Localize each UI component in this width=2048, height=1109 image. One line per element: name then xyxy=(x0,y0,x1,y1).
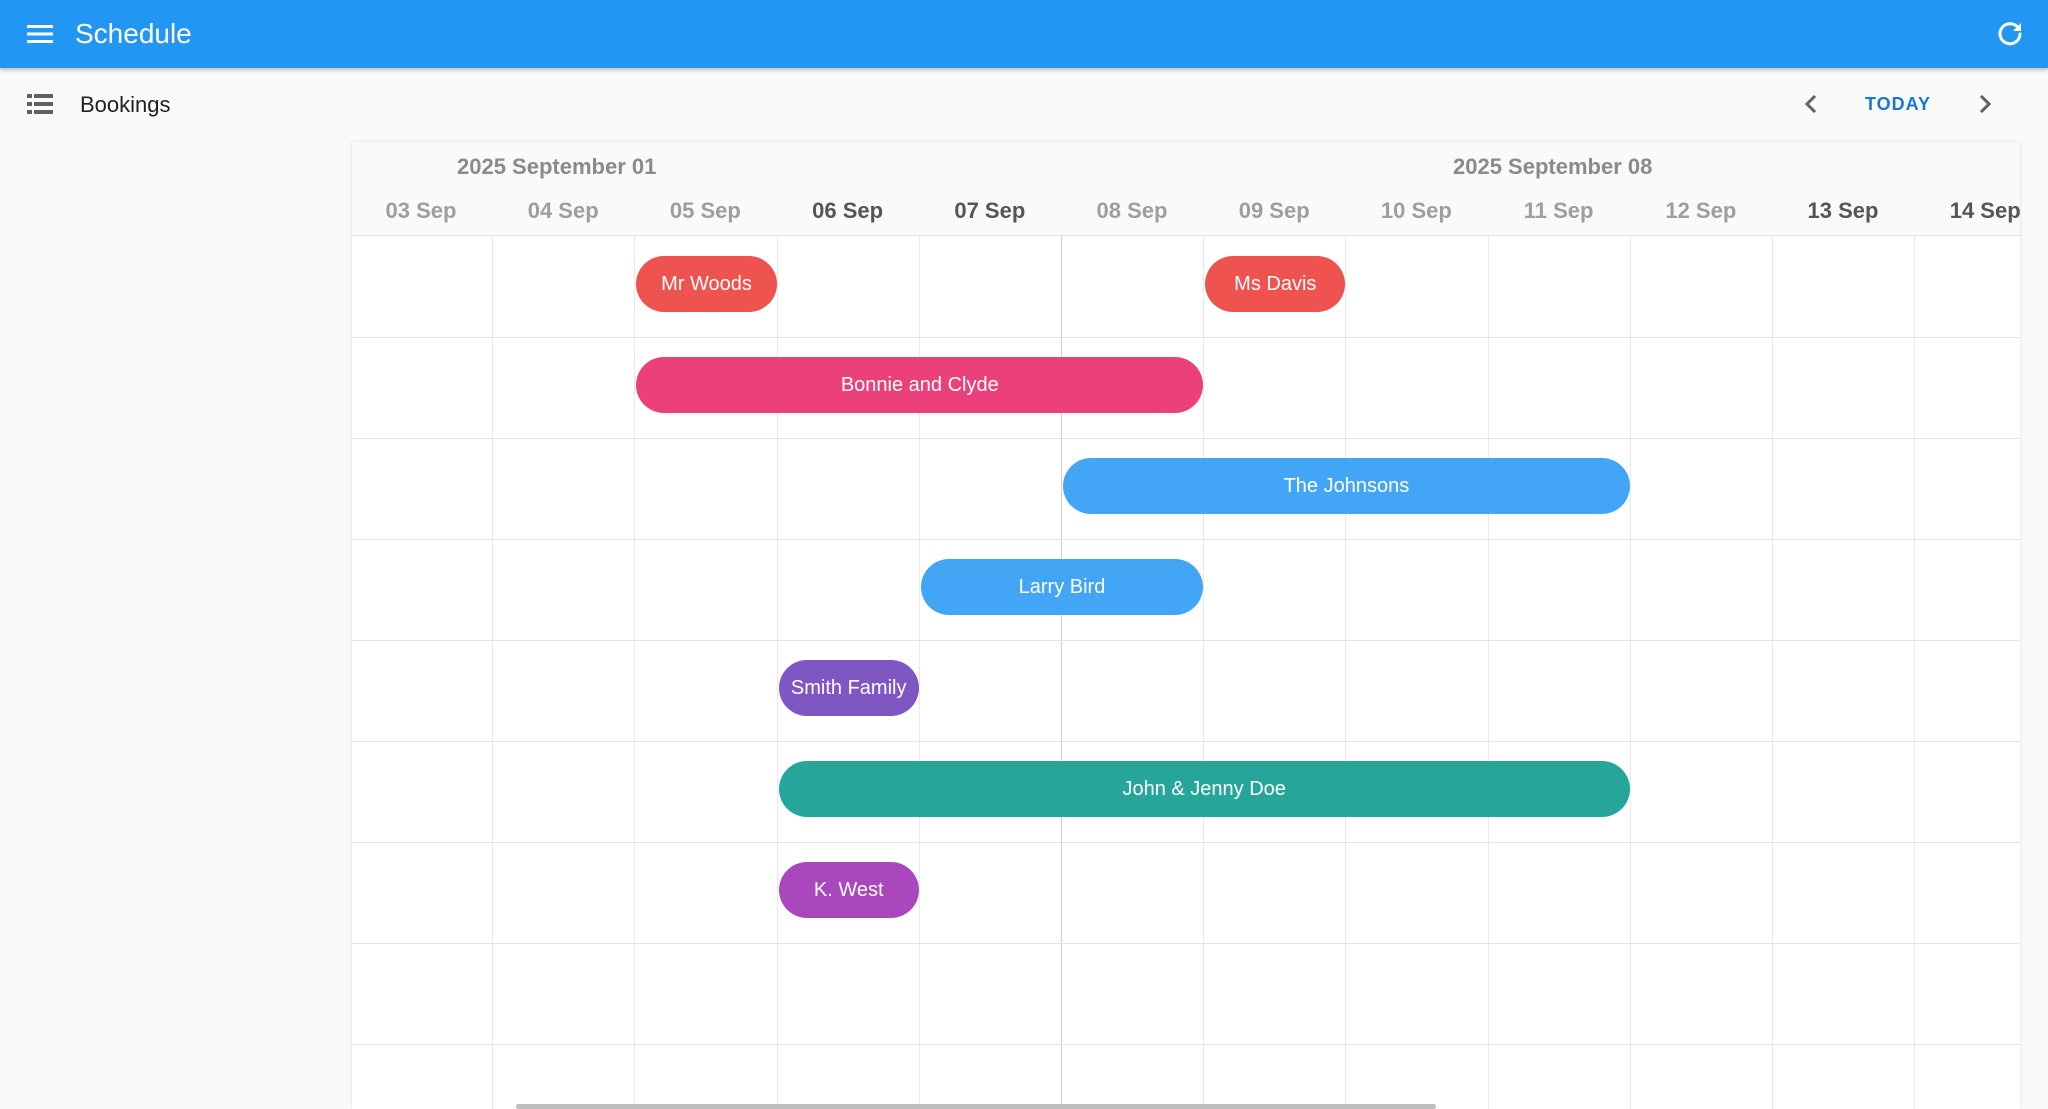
app-title: Schedule xyxy=(75,18,192,49)
grid-row-line xyxy=(352,741,2020,742)
view-title: Bookings xyxy=(80,92,171,117)
week-label: 2025 September 01 xyxy=(457,154,657,179)
grid-row-line xyxy=(352,943,2020,944)
booking-bar[interactable]: John & Jenny Doe xyxy=(778,761,1630,817)
booking-bar[interactable]: K. West xyxy=(778,862,919,918)
day-label: 12 Sep xyxy=(1665,198,1737,223)
day-label: 13 Sep xyxy=(1807,198,1879,223)
horizontal-scrollbar[interactable] xyxy=(516,1104,1436,1109)
booking-bar[interactable]: Mr Woods xyxy=(636,256,777,312)
menu-icon[interactable] xyxy=(22,16,58,52)
timeline: 2025 September 01 2025 September 08 03 Sep… xyxy=(352,142,2020,1109)
grid-column-line xyxy=(1345,236,1347,1109)
day-label: 07 Sep xyxy=(954,198,1026,223)
grid-row-line xyxy=(352,1044,2020,1045)
grid-row-line xyxy=(352,640,2020,641)
booking-bar[interactable]: Larry Bird xyxy=(920,559,1204,615)
today-button[interactable]: TODAY xyxy=(1856,90,1940,118)
app-bar: Schedule xyxy=(0,0,2048,68)
chevron-left-icon[interactable] xyxy=(1796,88,1828,120)
day-label: 06 Sep xyxy=(812,198,884,223)
grid-column-line xyxy=(634,236,636,1109)
day-label: 10 Sep xyxy=(1380,198,1452,223)
day-label: 11 Sep xyxy=(1523,198,1594,223)
grid-row-line xyxy=(352,438,2020,439)
day-label: 09 Sep xyxy=(1238,198,1310,223)
toolbar: Bookings TODAY xyxy=(0,68,2048,140)
grid-column-line xyxy=(1203,236,1205,1109)
booking-bar[interactable]: Smith Family xyxy=(778,660,919,716)
grid-row-line xyxy=(352,539,2020,540)
refresh-icon[interactable] xyxy=(1992,16,2028,52)
chevron-right-icon[interactable] xyxy=(1968,88,2000,120)
grid-column-line xyxy=(1914,236,1916,1109)
booking-bar[interactable]: Bonnie and Clyde xyxy=(636,357,1204,413)
timeline-grid: Mr Woods Ms Davis Bonnie and Clyde The John… xyxy=(352,236,2020,1109)
day-label: 05 Sep xyxy=(669,198,741,223)
list-icon[interactable] xyxy=(26,92,54,116)
day-label: 14 Sep xyxy=(1949,198,2020,223)
grid-row-line xyxy=(352,337,2020,338)
day-label: 08 Sep xyxy=(1096,198,1168,223)
booking-bar[interactable]: Ms Davis xyxy=(1205,256,1346,312)
grid-column-line xyxy=(1772,236,1773,1109)
booking-bar[interactable]: The Johnsons xyxy=(1063,458,1630,514)
week-label: 2025 September 08 xyxy=(1453,154,1653,179)
grid-column-line xyxy=(492,236,494,1109)
timeline-header: 2025 September 01 2025 September 08 03 Sep… xyxy=(352,142,2020,236)
grid-row-line xyxy=(352,842,2020,843)
day-label: 04 Sep xyxy=(527,198,599,223)
grid-column-line xyxy=(1629,236,1631,1109)
grid-column-line xyxy=(1487,236,1489,1109)
day-label: 03 Sep xyxy=(385,198,457,223)
